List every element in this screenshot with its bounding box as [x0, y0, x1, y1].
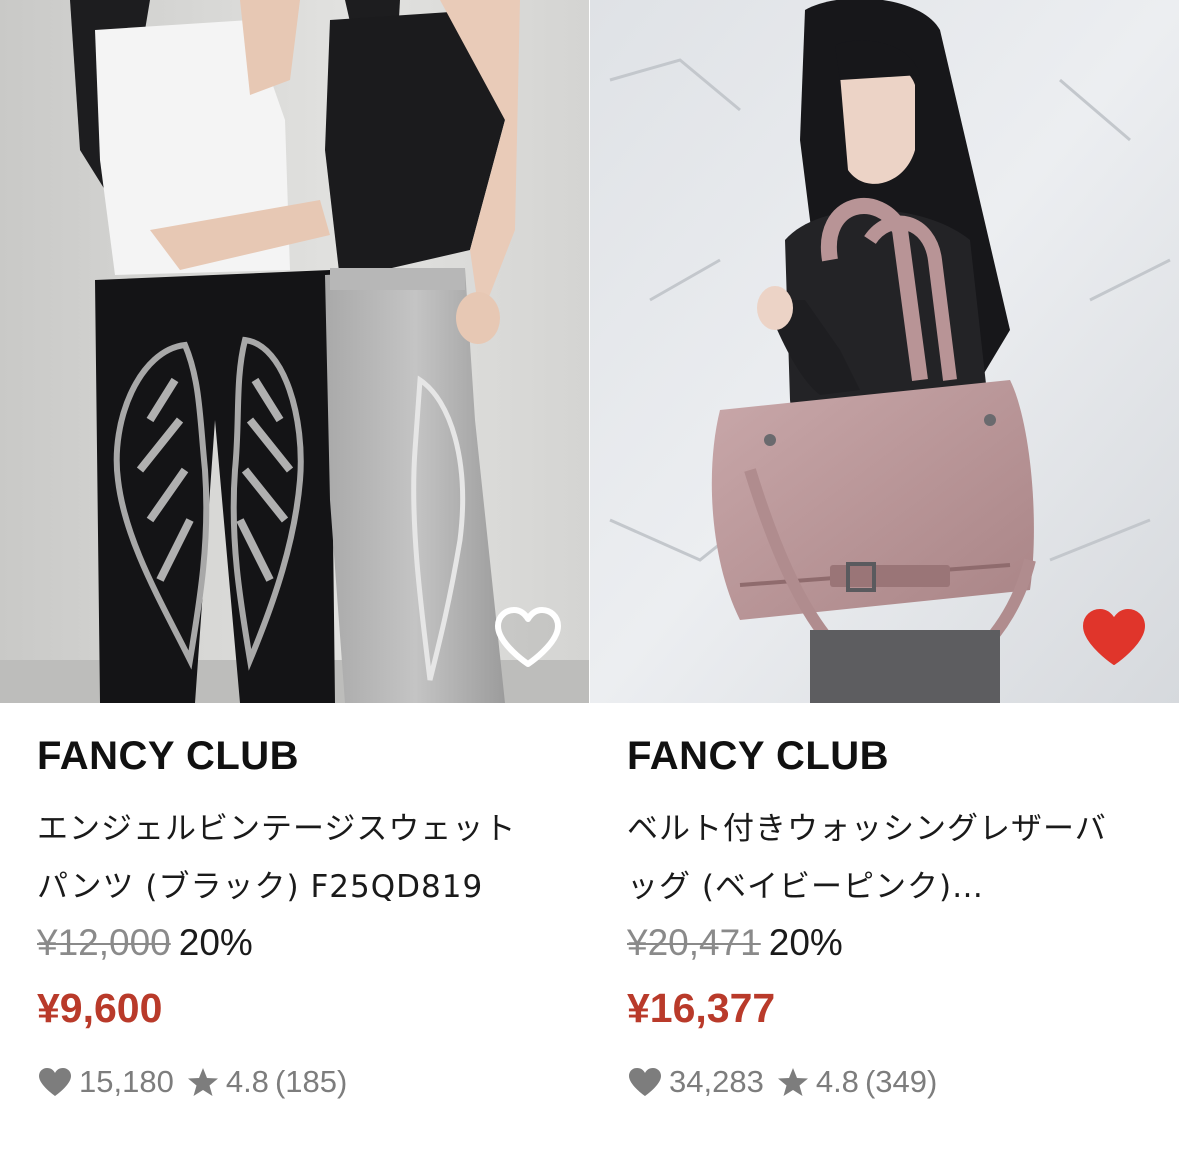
star-icon	[187, 1068, 218, 1096]
heart-icon	[629, 1068, 661, 1096]
brand-name: FANCY CLUB	[627, 734, 890, 778]
favorite-button[interactable]	[1078, 606, 1150, 670]
favorite-button[interactable]	[492, 606, 564, 670]
original-price: ¥20,471	[627, 922, 761, 963]
pink-leather-bag-photo	[590, 0, 1179, 703]
review-count: (349)	[864, 1064, 938, 1099]
product-name[interactable]: エンジェルビンテージスウェット パンツ (ブラック) F25QD819	[37, 800, 567, 916]
review-count: (185)	[274, 1064, 348, 1099]
heart-icon	[39, 1068, 71, 1096]
heart-outline-icon	[495, 607, 561, 667]
original-price: ¥12,000	[37, 922, 171, 963]
product-card[interactable]: FANCY CLUB ベルト付きウォッシングレザーバ ッグ (ベイビーピンク)……	[590, 0, 1179, 1153]
product-stats: 15,180 4.8 (185)	[37, 1064, 347, 1100]
product-name-line: エンジェルビンテージスウェット	[37, 811, 517, 847]
like-count: 15,180	[79, 1064, 174, 1099]
product-photo[interactable]	[590, 0, 1179, 703]
product-name-line: ベルト付きウォッシングレザーバ	[627, 811, 1107, 847]
discount-rate: 20%	[178, 922, 253, 963]
heart-filled-icon	[1083, 609, 1145, 665]
product-name[interactable]: ベルト付きウォッシングレザーバ ッグ (ベイビーピンク)…	[627, 800, 1157, 916]
product-name-line: ッグ (ベイビーピンク)…	[627, 869, 985, 905]
product-card[interactable]: FANCY CLUB エンジェルビンテージスウェット パンツ (ブラック) F2…	[0, 0, 589, 1153]
brand-name: FANCY CLUB	[37, 734, 300, 778]
price-row: ¥12,000 20%	[37, 922, 253, 964]
sale-price: ¥9,600	[37, 985, 163, 1031]
sale-price: ¥16,377	[627, 985, 776, 1031]
discount-rate: 20%	[768, 922, 843, 963]
wing-print-sweatpants-photo	[0, 0, 589, 703]
like-count: 34,283	[669, 1064, 764, 1099]
product-stats: 34,283 4.8 (349)	[627, 1064, 937, 1100]
product-photo[interactable]	[0, 0, 589, 703]
product-name-line: パンツ (ブラック) F25QD819	[37, 869, 484, 905]
price-row: ¥20,471 20%	[627, 922, 843, 964]
rating-value: 4.8	[225, 1064, 269, 1099]
product-grid: FANCY CLUB エンジェルビンテージスウェット パンツ (ブラック) F2…	[0, 0, 1179, 1153]
star-icon	[777, 1068, 808, 1096]
rating-value: 4.8	[815, 1064, 859, 1099]
